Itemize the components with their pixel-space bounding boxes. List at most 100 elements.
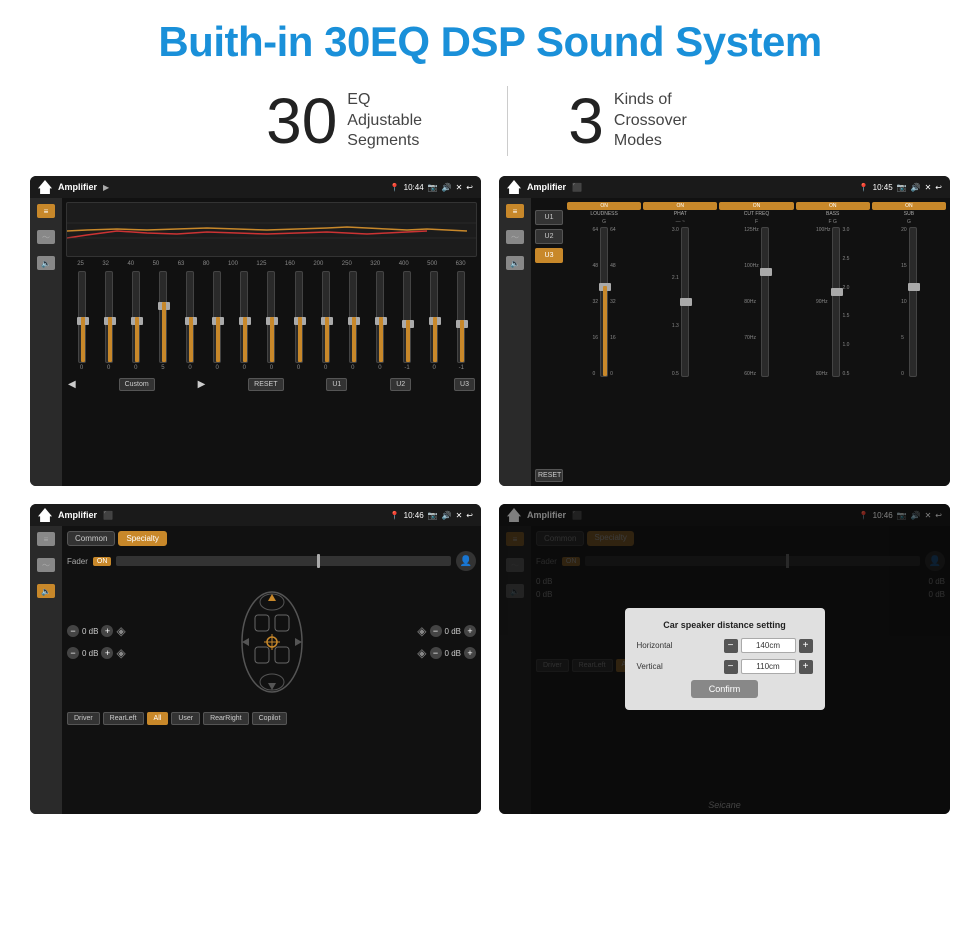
time-3: 10:46	[404, 511, 424, 520]
eq-track-7[interactable]	[267, 271, 275, 363]
ch-sub: ON SUB	[872, 202, 946, 217]
horizontal-minus[interactable]: −	[724, 639, 738, 653]
reset-button[interactable]: RESET	[248, 378, 283, 391]
eq-slider-10: 0	[349, 271, 357, 371]
bass-toggle[interactable]: ON	[796, 202, 870, 210]
eq-icon-2[interactable]: ≡	[506, 204, 524, 218]
bass-slider-col: F G 100Hz 90Hz 80Hz	[796, 219, 870, 482]
right-top-db: 0 dB	[445, 627, 461, 636]
u1-button[interactable]: U1	[326, 378, 347, 391]
fader-toggle[interactable]: ON	[93, 557, 112, 566]
eq-track-8[interactable]	[295, 271, 303, 363]
phat-scale: 3.0 2.1 1.3 0.5	[672, 227, 679, 377]
eq-track-14[interactable]	[457, 271, 465, 363]
crossover-reset[interactable]: RESET	[535, 469, 563, 482]
phat-track[interactable]	[681, 227, 689, 377]
u3-button[interactable]: U3	[454, 378, 475, 391]
driver-seat[interactable]: Driver	[67, 712, 100, 725]
loudness-track[interactable]	[600, 227, 608, 377]
u2-preset[interactable]: U2	[535, 229, 563, 244]
speaker-icon-3[interactable]: 🔈	[37, 584, 55, 598]
user-seat[interactable]: User	[171, 712, 200, 725]
rearleft-seat[interactable]: RearLeft	[103, 712, 144, 725]
home-icon-2[interactable]	[507, 180, 521, 194]
cutfreq-toggle[interactable]: ON	[719, 202, 793, 210]
eq-track-12[interactable]	[403, 271, 411, 363]
eq-track-4[interactable]	[186, 271, 194, 363]
speaker-icon-2[interactable]: 🔈	[506, 256, 524, 270]
eq-track-6[interactable]	[240, 271, 248, 363]
right-bottom-minus[interactable]: −	[430, 647, 442, 659]
next-button[interactable]: ▶	[198, 379, 206, 390]
all-seat[interactable]: All	[147, 712, 169, 725]
volume-icon-1: 🔊	[442, 183, 452, 192]
horizontal-plus[interactable]: +	[799, 639, 813, 653]
eq-val-14: -1	[459, 365, 464, 371]
record-icon-2: ⬛	[572, 183, 582, 192]
right-bottom-plus[interactable]: +	[464, 647, 476, 659]
wave-icon-2[interactable]: 〜	[506, 230, 524, 244]
eq-track-10[interactable]	[349, 271, 357, 363]
right-top-speaker-icon: ◈	[417, 624, 426, 638]
vertical-plus[interactable]: +	[799, 660, 813, 674]
eq-val-11: 0	[378, 365, 381, 371]
stat-eq: 30 EQ AdjustableSegments	[266, 89, 447, 153]
location-icon-1: 📍	[390, 183, 400, 192]
eq-icon[interactable]: ≡	[37, 204, 55, 218]
horizontal-label: Horizontal	[637, 641, 673, 650]
speaker-icon[interactable]: 🔈	[37, 256, 55, 270]
u2-button[interactable]: U2	[390, 378, 411, 391]
vertical-input-group: − 110cm +	[724, 659, 813, 674]
right-top-plus[interactable]: +	[464, 625, 476, 637]
eq-track-3[interactable]	[159, 271, 167, 363]
eq-track-0[interactable]	[78, 271, 86, 363]
wave-icon-3[interactable]: 〜	[37, 558, 55, 572]
confirm-button[interactable]: Confirm	[691, 680, 759, 698]
screen-title-2: Amplifier	[527, 182, 566, 192]
sub-toggle[interactable]: ON	[872, 202, 946, 210]
cutfreq-label: CUT FREQ	[719, 211, 793, 217]
rearright-seat[interactable]: RearRight	[203, 712, 249, 725]
screen-distance: Amplifier ⬛ 📍 10:46 📷 🔊 ✕ ↩ ≡	[499, 504, 950, 814]
copilot-seat[interactable]: Copilot	[252, 712, 288, 725]
left-top-minus[interactable]: −	[67, 625, 79, 637]
eq-track-11[interactable]	[376, 271, 384, 363]
eq-track-5[interactable]	[213, 271, 221, 363]
common-tab[interactable]: Common	[67, 531, 115, 546]
horizontal-value[interactable]: 140cm	[741, 638, 796, 653]
eq-track-2[interactable]	[132, 271, 140, 363]
eq-track-1[interactable]	[105, 271, 113, 363]
phat-toggle[interactable]: ON	[643, 202, 717, 210]
eq-track-9[interactable]	[322, 271, 330, 363]
vertical-value[interactable]: 110cm	[741, 659, 796, 674]
prev-button[interactable]: ◀	[68, 379, 76, 390]
left-bottom-minus[interactable]: −	[67, 647, 79, 659]
u3-preset[interactable]: U3	[535, 248, 563, 263]
sub-track[interactable]	[909, 227, 917, 377]
vertical-minus[interactable]: −	[724, 660, 738, 674]
eq-slider-11: 0	[376, 271, 384, 371]
custom-preset[interactable]: Custom	[119, 378, 155, 391]
left-top-plus[interactable]: +	[101, 625, 113, 637]
home-icon-1[interactable]	[38, 180, 52, 194]
loudness-toggle[interactable]: ON	[567, 202, 641, 210]
eq-track-13[interactable]	[430, 271, 438, 363]
home-icon-3[interactable]	[38, 508, 52, 522]
left-bottom-plus[interactable]: +	[101, 647, 113, 659]
left-bottom-control: − 0 dB + ◈	[67, 646, 126, 660]
bass-thumb	[831, 288, 843, 296]
screen-eq: Amplifier ▶ 📍 10:44 📷 🔊 ✕ ↩ ≡	[30, 176, 481, 486]
eq-fill-8	[298, 317, 302, 362]
bass-track[interactable]	[832, 227, 840, 377]
fader-user-icon[interactable]: 👤	[456, 551, 476, 571]
eq-val-6: 0	[243, 365, 246, 371]
eq-icon-3[interactable]: ≡	[37, 532, 55, 546]
close-icon-3: ✕	[456, 511, 463, 520]
fader-slider[interactable]	[116, 556, 451, 566]
specialty-tab[interactable]: Specialty	[118, 531, 166, 546]
right-top-minus[interactable]: −	[430, 625, 442, 637]
cutfreq-track[interactable]	[761, 227, 769, 377]
ch-loudness: ON LOUDNESS	[567, 202, 641, 217]
u1-preset[interactable]: U1	[535, 210, 563, 225]
wave-icon[interactable]: 〜	[37, 230, 55, 244]
